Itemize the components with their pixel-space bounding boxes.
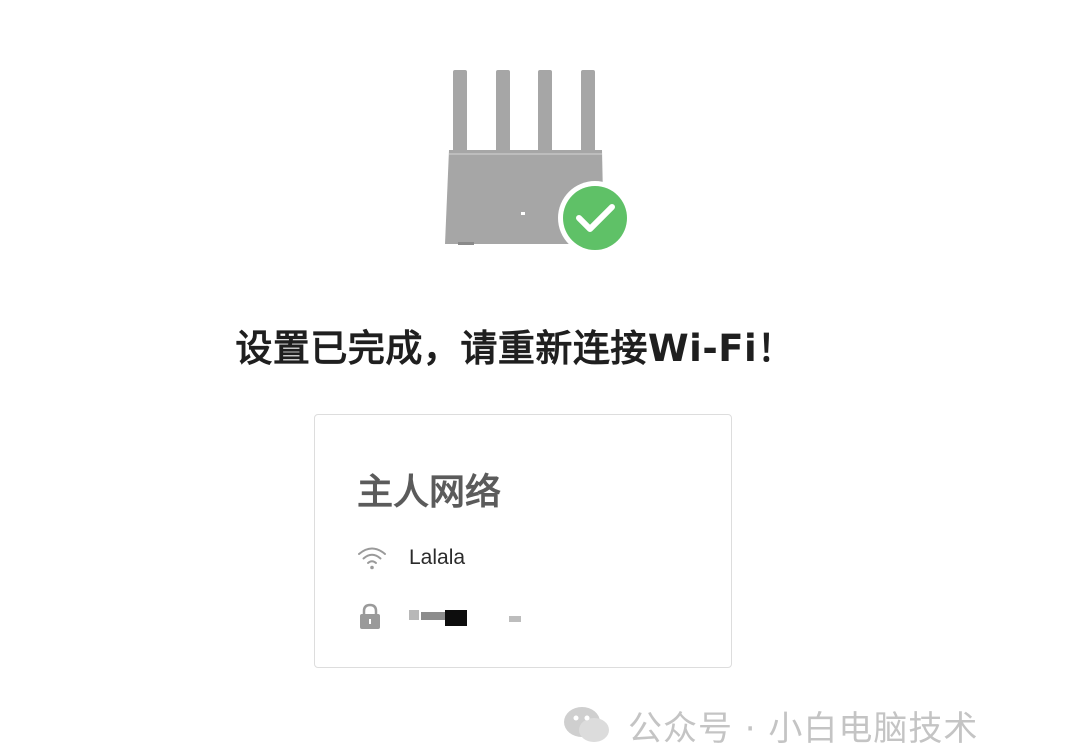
- main-network-card: 主人网络 Lalala: [314, 414, 732, 668]
- password-value: [409, 604, 539, 628]
- setup-complete-heading: 设置已完成，请重新连接Wi-Fi！: [235, 327, 795, 370]
- password-row: [357, 601, 539, 631]
- password-redaction: [409, 604, 539, 628]
- lock-icon: [357, 601, 391, 631]
- watermark-text: 公众号 · 小白电脑技术: [628, 708, 979, 749]
- router-antenna: [538, 70, 552, 154]
- success-check-icon: [558, 181, 632, 255]
- ssid-row: Lalala: [357, 543, 465, 573]
- router-success-illustration: [440, 66, 636, 256]
- wifi-icon: [357, 543, 391, 573]
- ssid-value: Lalala: [409, 546, 466, 569]
- wechat-icon: [564, 707, 609, 742]
- network-title: 主人网络: [357, 472, 502, 513]
- router-antenna: [453, 70, 467, 154]
- watermark: 公众号 · 小白电脑技术: [560, 698, 978, 752]
- router-led: [521, 212, 525, 215]
- router-antenna: [581, 70, 595, 154]
- router-antenna: [496, 70, 510, 154]
